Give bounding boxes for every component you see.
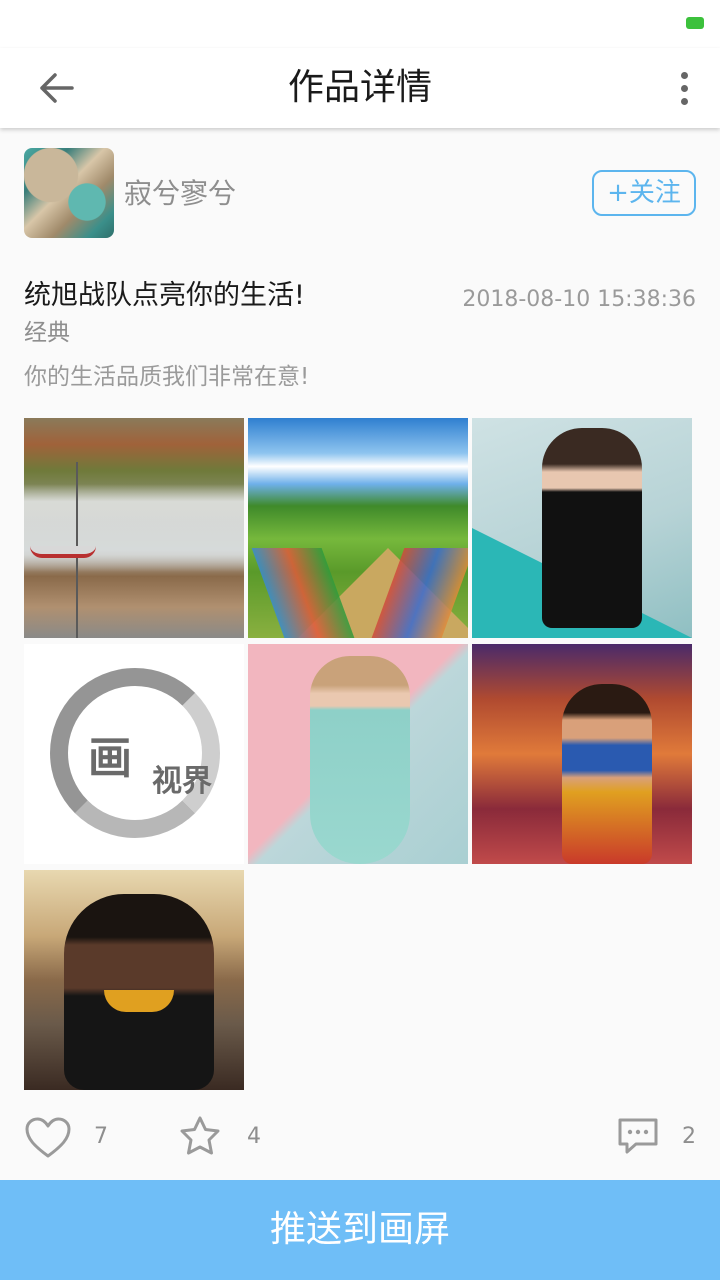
gallery-image-dancer[interactable] [472,644,692,864]
comment-count: 2 [682,1124,696,1149]
post-title: 统旭战队点亮你的生活! [24,280,305,311]
content: 寂兮寥兮 +关注 统旭战队点亮你的生活! 2018-08-10 15:38:36… [0,128,720,1180]
post-category: 经典 [24,320,70,346]
post-time: 2018-08-10 15:38:36 [462,287,696,312]
gallery-image-bridge[interactable] [248,418,468,638]
gallery-image-logo[interactable]: 画 视界 [24,644,244,864]
push-to-screen-button[interactable]: 推送到画屏 [0,1180,720,1280]
star-icon[interactable] [176,1114,224,1160]
avatar[interactable] [24,148,114,238]
follow-button[interactable]: +关注 [592,170,696,216]
author-name[interactable]: 寂兮寥兮 [124,168,236,220]
logo-text-small: 视界 [152,764,212,799]
page-title: 作品详情 [287,67,432,108]
post-description: 你的生活品质我们非常在意! [24,364,310,390]
gallery-image-lake[interactable] [24,418,244,638]
like-count: 7 [94,1124,108,1149]
more-button[interactable] [672,64,696,112]
favorite-count: 4 [247,1124,261,1149]
battery-icon [686,17,704,29]
gallery-image-basketball[interactable] [24,870,244,1090]
action-bar: 7 4 2 [0,1108,720,1168]
toolbar: 作品详情 [0,48,720,128]
status-bar [0,0,720,48]
gallery-image-woman-floral-dress[interactable] [248,644,468,864]
heart-icon[interactable] [24,1116,72,1160]
gallery-image-woman-black-dress[interactable] [472,418,692,638]
more-vertical-icon [680,71,688,79]
comment-icon[interactable] [616,1116,660,1156]
logo-text: 画 [88,733,132,784]
